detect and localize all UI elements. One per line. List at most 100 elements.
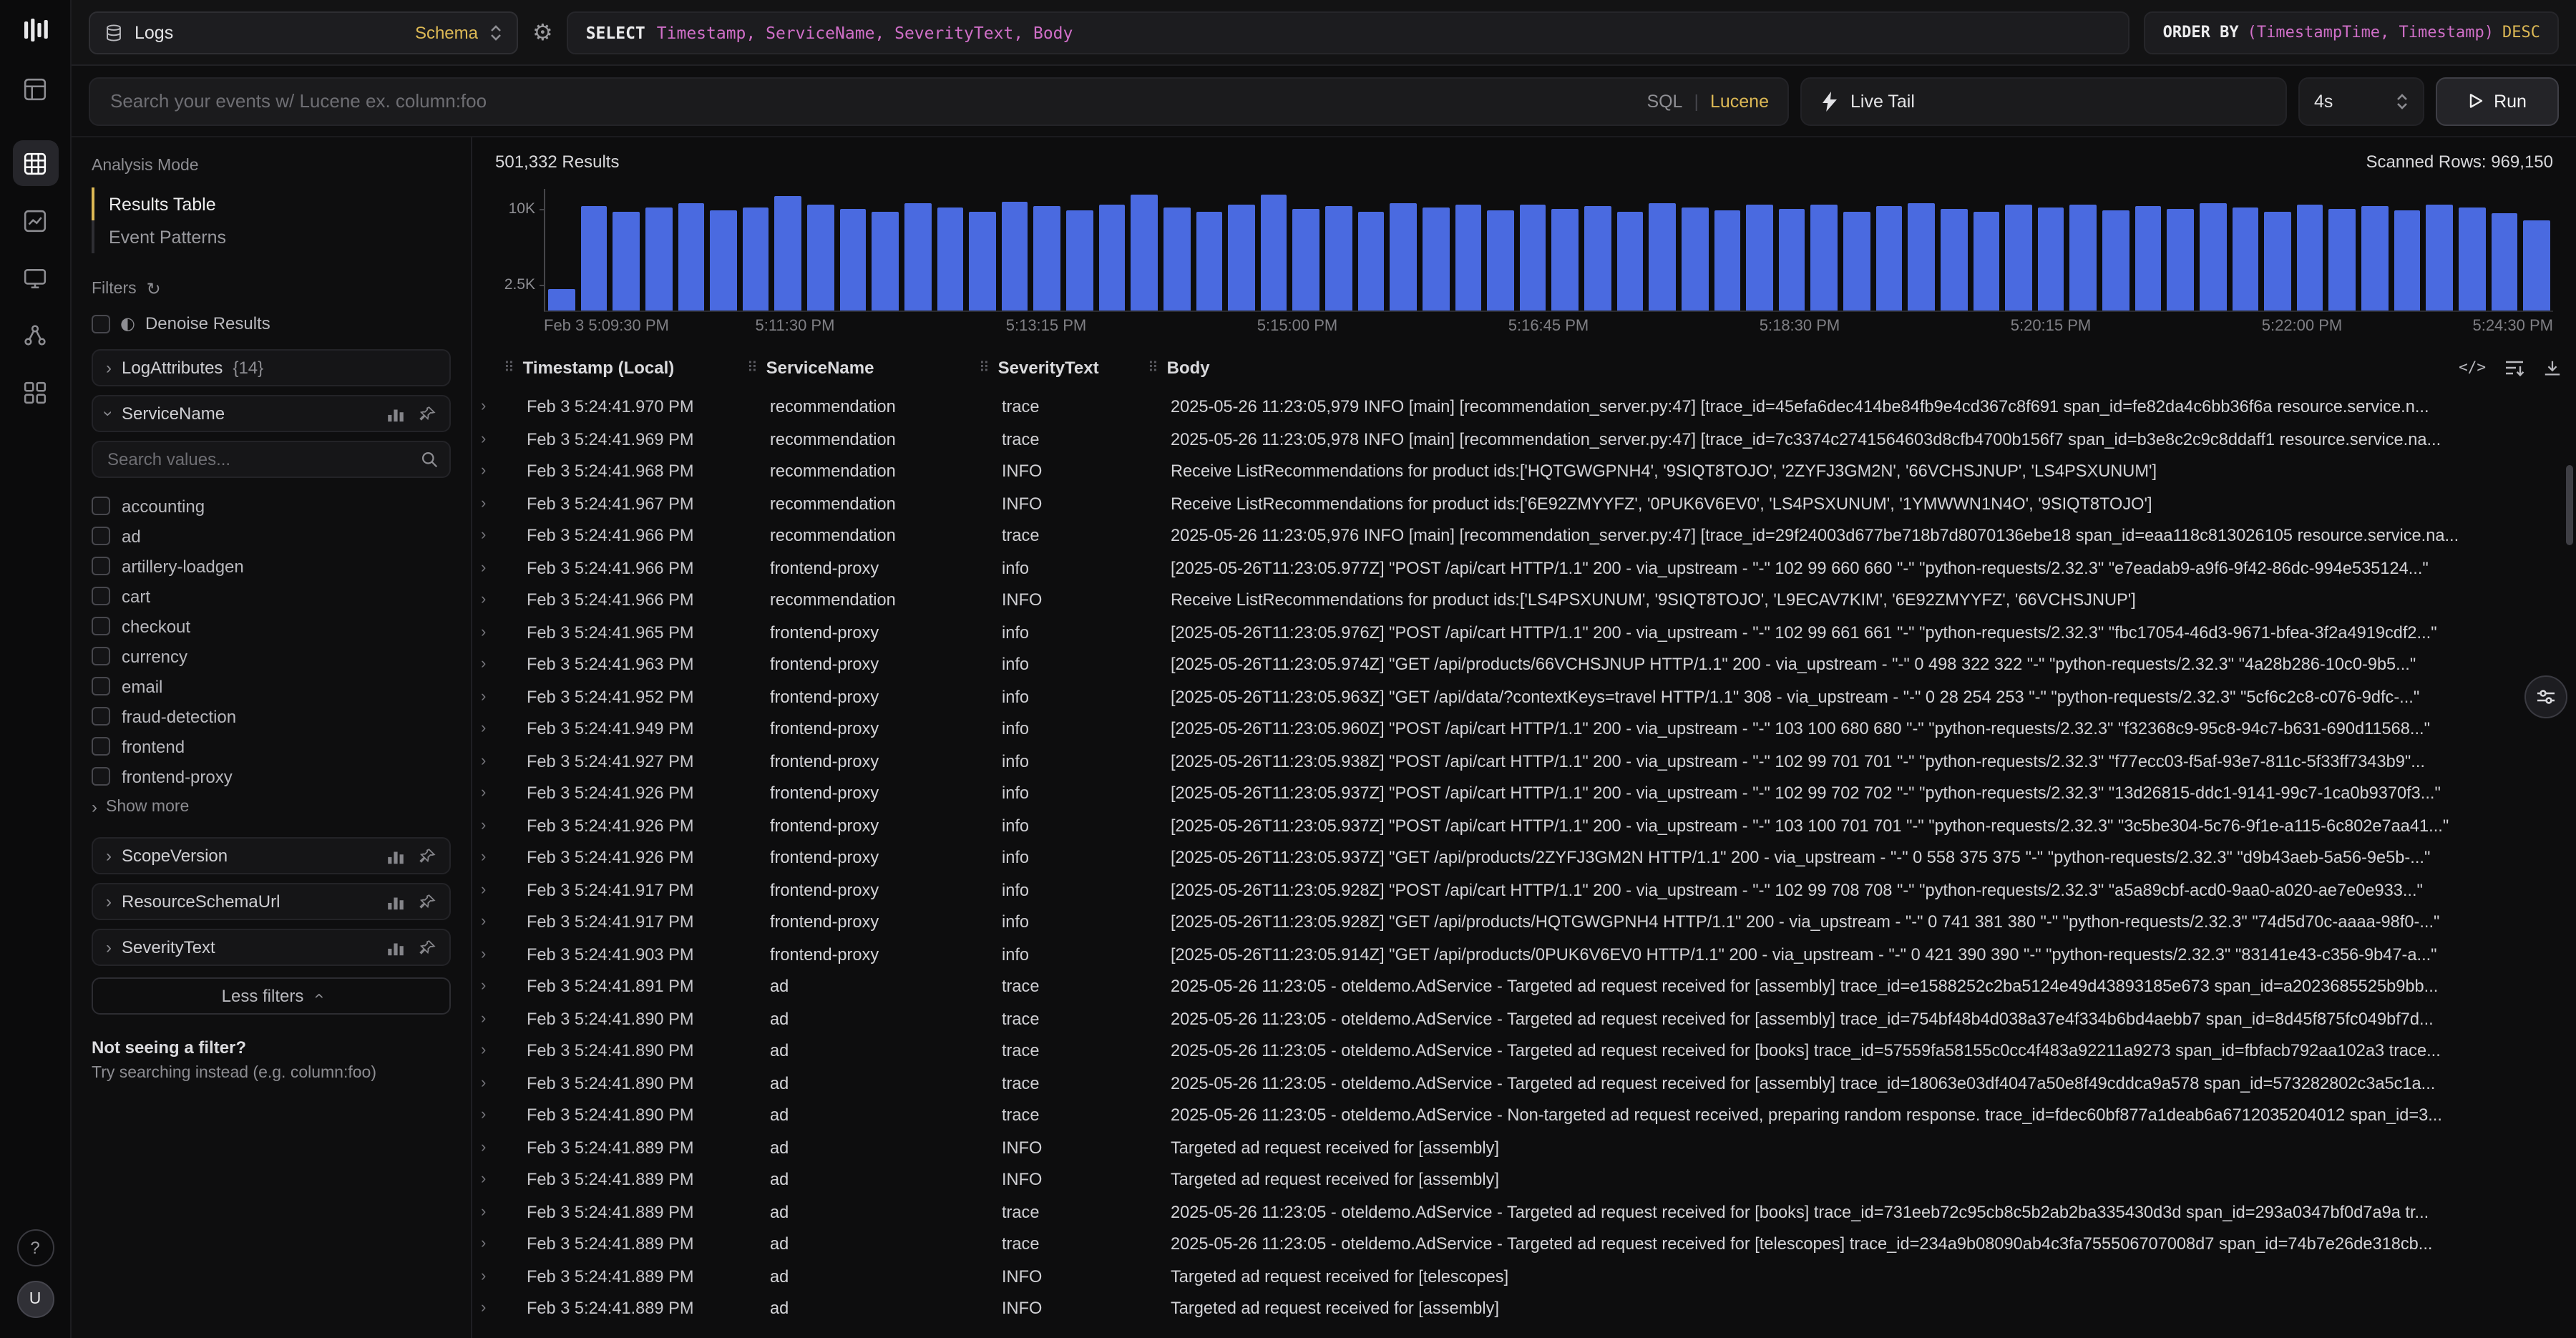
histogram-bar[interactable] <box>548 289 575 311</box>
row-expand-icon[interactable]: › <box>472 656 504 673</box>
histogram-bar[interactable] <box>1131 194 1158 311</box>
log-row[interactable]: ›Feb 3 5:24:41.926 PMfrontend-proxyinfo[… <box>472 841 2576 874</box>
checkbox[interactable] <box>92 587 110 605</box>
pin-icon[interactable] <box>418 892 436 911</box>
histogram-bar[interactable] <box>645 208 672 311</box>
histogram-bar[interactable] <box>2426 204 2453 311</box>
row-expand-icon[interactable]: › <box>472 495 504 512</box>
col-servicename[interactable]: ⠿ ServiceName <box>747 358 979 378</box>
histogram-bar[interactable] <box>1423 208 1449 311</box>
log-row[interactable]: ›Feb 3 5:24:41.889 PMadINFOTargeted ad r… <box>472 1163 2576 1196</box>
checkbox[interactable] <box>92 677 110 695</box>
service-value-email[interactable]: email <box>92 671 451 701</box>
service-value-checkout[interactable]: checkout <box>92 611 451 641</box>
histogram-bar[interactable] <box>2394 210 2420 311</box>
pin-icon[interactable] <box>418 404 436 423</box>
row-expand-icon[interactable]: › <box>472 1300 504 1317</box>
log-row[interactable]: ›Feb 3 5:24:41.917 PMfrontend-proxyinfo[… <box>472 906 2576 938</box>
display-options-fab[interactable] <box>2524 675 2567 718</box>
pin-icon[interactable] <box>418 938 436 957</box>
checkbox[interactable] <box>92 647 110 665</box>
row-expand-icon[interactable]: › <box>472 817 504 834</box>
histogram-bar[interactable] <box>775 196 801 311</box>
histogram-plot[interactable]: 10K2.5K <box>544 189 2553 312</box>
histogram-bar[interactable] <box>1261 195 1287 311</box>
checkbox[interactable] <box>92 527 110 545</box>
histogram-bar[interactable] <box>1002 201 1028 311</box>
select-clause-input[interactable]: SELECT Timestamp, ServiceName, SeverityT… <box>567 11 2130 54</box>
bar-chart-icon[interactable] <box>386 938 405 957</box>
row-expand-icon[interactable]: › <box>472 431 504 448</box>
histogram-bar[interactable] <box>1357 211 1384 311</box>
histogram-bar[interactable] <box>2200 203 2226 311</box>
histogram-bar[interactable] <box>1941 209 1967 311</box>
log-row[interactable]: ›Feb 3 5:24:41.890 PMadtrace2025-05-26 1… <box>472 1002 2576 1035</box>
user-avatar[interactable]: U <box>16 1281 54 1318</box>
service-value-frontend[interactable]: frontend <box>92 731 451 761</box>
histogram-bar[interactable] <box>839 209 866 311</box>
log-row[interactable]: ›Feb 3 5:24:41.967 PMrecommendationINFOR… <box>472 487 2576 519</box>
service-value-frontend-proxy[interactable]: frontend-proxy <box>92 761 451 791</box>
histogram-bar[interactable] <box>1034 206 1060 311</box>
histogram-bar[interactable] <box>2491 213 2517 311</box>
drag-handle-icon[interactable]: ⠿ <box>979 360 990 376</box>
nav-chart-explorer-icon[interactable] <box>12 197 58 243</box>
histogram-bar[interactable] <box>904 203 931 311</box>
row-expand-icon[interactable]: › <box>472 1268 504 1285</box>
histogram-bar[interactable] <box>2361 206 2388 311</box>
histogram-bar[interactable] <box>1616 213 1643 311</box>
row-expand-icon[interactable]: › <box>472 946 504 963</box>
service-value-currency[interactable]: currency <box>92 641 451 671</box>
filter-group-servicename[interactable]: › ServiceName <box>92 395 451 432</box>
bar-chart-icon[interactable] <box>386 404 405 423</box>
service-search-input[interactable] <box>92 441 451 478</box>
row-expand-icon[interactable]: › <box>472 688 504 705</box>
histogram-bar[interactable] <box>1649 203 1676 311</box>
filter-group-scopeversion[interactable]: ›ScopeVersion <box>92 837 451 874</box>
show-more[interactable]: › Show more <box>92 799 451 816</box>
nav-panels-icon[interactable] <box>12 66 58 112</box>
log-row[interactable]: ›Feb 3 5:24:41.968 PMrecommendationINFOR… <box>472 455 2576 487</box>
row-expand-icon[interactable]: › <box>472 592 504 609</box>
log-row[interactable]: ›Feb 3 5:24:41.966 PMfrontend-proxyinfo[… <box>472 552 2576 584</box>
live-tail-button[interactable]: Live Tail <box>1800 77 2287 125</box>
log-row[interactable]: ›Feb 3 5:24:41.889 PMadINFOTargeted ad r… <box>472 1131 2576 1163</box>
log-row[interactable]: ›Feb 3 5:24:41.963 PMfrontend-proxyinfo[… <box>472 648 2576 680</box>
log-row[interactable]: ›Feb 3 5:24:41.890 PMadtrace2025-05-26 1… <box>472 1099 2576 1131</box>
row-expand-icon[interactable]: › <box>472 624 504 641</box>
less-filters-button[interactable]: Less filters › <box>92 977 451 1015</box>
nav-dashboards-icon[interactable] <box>12 369 58 415</box>
mode-results-table[interactable]: Results Table <box>92 187 451 220</box>
source-select[interactable]: Logs Schema <box>89 11 518 54</box>
histogram-bar[interactable] <box>1066 210 1093 311</box>
histogram-bar[interactable] <box>872 211 899 311</box>
row-expand-icon[interactable]: › <box>472 1236 504 1253</box>
histogram-bar[interactable] <box>2102 210 2129 311</box>
histogram-bar[interactable] <box>2167 209 2194 311</box>
denoise-checkbox-row[interactable]: ◐ Denoise Results <box>92 313 451 333</box>
histogram-bar[interactable] <box>1714 210 1740 311</box>
histogram-bar[interactable] <box>1098 205 1125 311</box>
histogram-bar[interactable] <box>678 203 704 311</box>
log-row[interactable]: ›Feb 3 5:24:41.970 PMrecommendationtrace… <box>472 391 2576 423</box>
row-expand-icon[interactable]: › <box>472 849 504 866</box>
histogram-bar[interactable] <box>1293 209 1319 311</box>
histogram-bar[interactable] <box>1811 204 1838 311</box>
histogram-bar[interactable] <box>1196 211 1222 311</box>
histogram-bar[interactable] <box>807 205 834 311</box>
checkbox[interactable] <box>92 737 110 756</box>
checkbox[interactable] <box>92 767 110 786</box>
log-row[interactable]: ›Feb 3 5:24:41.952 PMfrontend-proxyinfo[… <box>472 680 2576 713</box>
histogram-bar[interactable] <box>1163 207 1190 311</box>
histogram-bar[interactable] <box>1552 209 1579 311</box>
log-row[interactable]: ›Feb 3 5:24:41.903 PMfrontend-proxyinfo[… <box>472 938 2576 970</box>
mode-sql[interactable]: SQL <box>1646 91 1682 111</box>
interval-select[interactable]: 4s <box>2298 77 2424 125</box>
histogram-bar[interactable] <box>2264 211 2290 311</box>
row-expand-icon[interactable]: › <box>472 721 504 738</box>
histogram-bar[interactable] <box>710 210 736 311</box>
row-expand-icon[interactable]: › <box>472 399 504 416</box>
log-row[interactable]: ›Feb 3 5:24:41.965 PMfrontend-proxyinfo[… <box>472 616 2576 648</box>
service-value-cart[interactable]: cart <box>92 581 451 611</box>
run-button[interactable]: Run <box>2436 77 2559 125</box>
